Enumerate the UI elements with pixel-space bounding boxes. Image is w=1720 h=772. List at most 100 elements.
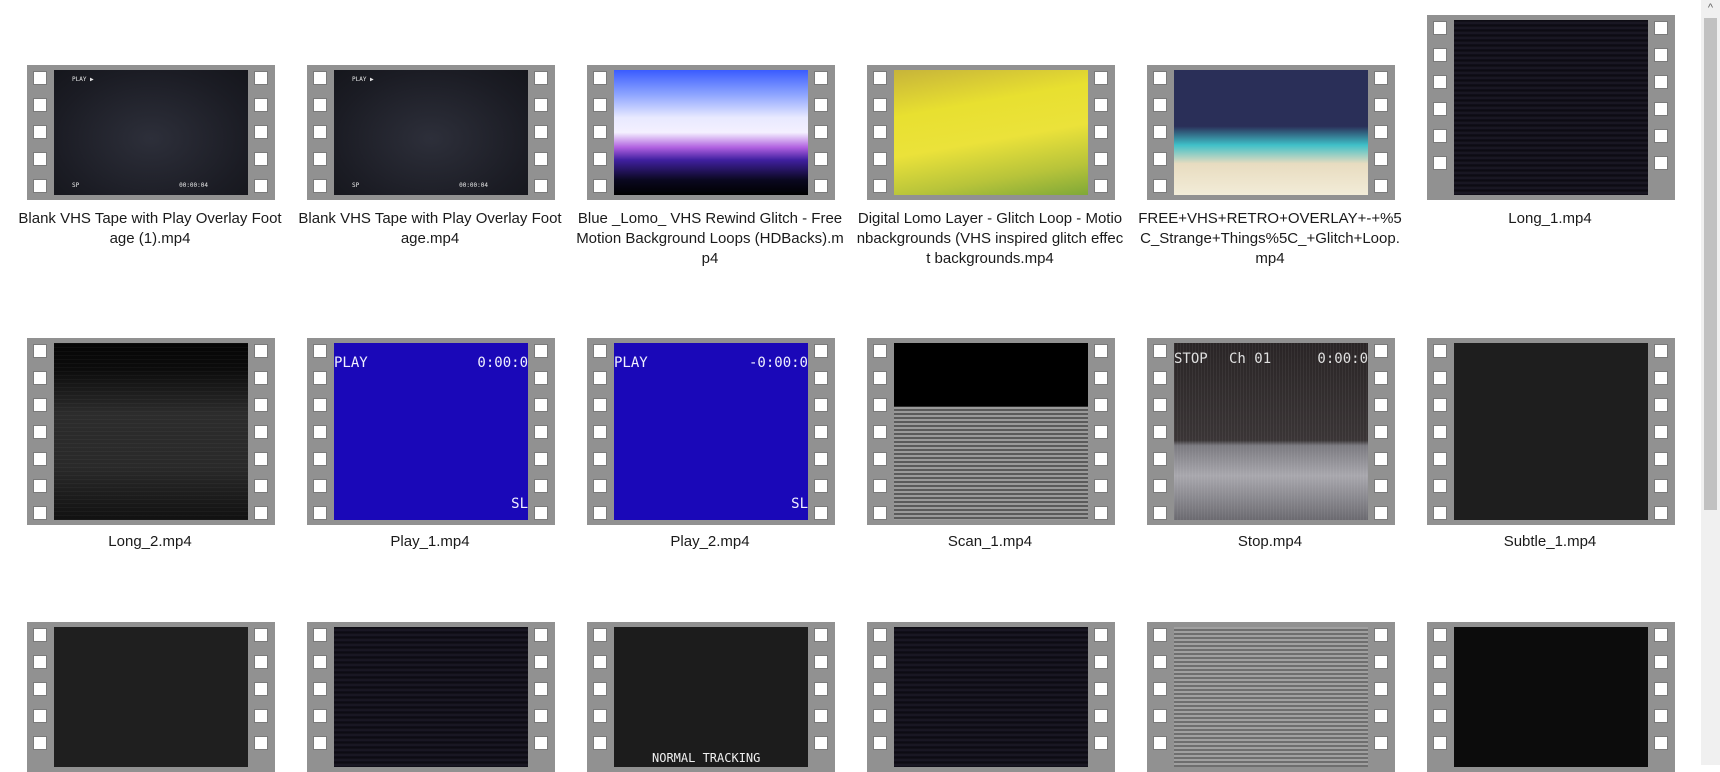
video-thumbnail[interactable] [867,338,1115,525]
chevron-up-icon[interactable]: ^ [1701,0,1720,17]
film-sprocket-hole [313,125,327,139]
video-thumbnail[interactable] [1147,65,1395,200]
video-thumbnail[interactable] [1427,338,1675,525]
file-name-label[interactable]: Blank VHS Tape with Play Overlay Footage… [295,209,565,249]
file-thumbnail-grid: PLAY ▶ SP 00:00:04 Blank VHS Tape with Play… [0,0,1701,772]
film-sprocket-hole [1433,398,1447,412]
film-sprocket-hole [814,506,828,520]
film-sprocket-hole [593,479,607,493]
film-sprocket-hole [1153,125,1167,139]
video-thumbnail[interactable] [587,65,835,200]
film-sprocket-hole [313,152,327,166]
film-sprocket-hole [1153,709,1167,723]
film-sprocket-hole [1654,425,1668,439]
film-sprocket-hole [313,371,327,385]
film-sprocket-hole [814,344,828,358]
film-sprocket-hole [313,452,327,466]
file-name-label[interactable]: Scan_1.mp4 [855,532,1125,552]
film-sprocket-strip [27,622,54,772]
file-name-label[interactable]: FREE+VHS+RETRO+OVERLAY+-+%5C_Strange+Thi… [1135,209,1405,269]
film-sprocket-hole [593,628,607,642]
film-sprocket-hole [873,709,887,723]
film-sprocket-hole [873,682,887,696]
video-thumbnail[interactable] [307,622,555,772]
film-sprocket-hole [1153,655,1167,669]
film-sprocket-hole [313,682,327,696]
film-sprocket-hole [1654,479,1668,493]
film-sprocket-hole [254,655,268,669]
file-name-label[interactable]: Long_1.mp4 [1415,209,1685,229]
video-thumbnail[interactable] [1147,622,1395,772]
film-sprocket-strip [27,338,54,525]
file-name-label[interactable]: Blue _Lomo_ VHS Rewind Glitch - Free Mot… [575,209,845,269]
film-sprocket-hole [1094,98,1108,112]
film-sprocket-hole [873,425,887,439]
film-sprocket-hole [593,179,607,193]
film-sprocket-hole [814,98,828,112]
video-thumbnail[interactable] [27,338,275,525]
video-thumbnail[interactable]: PLAY 0:00:0 SL [307,338,555,525]
video-osd-text: 0:00:0 [1317,351,1368,367]
video-frame-preview: PLAY -0:00:0 SL [614,343,808,520]
file-name-label[interactable]: Subtle_1.mp4 [1415,532,1685,552]
film-sprocket-hole [534,398,548,412]
file-name-label[interactable]: Play_2.mp4 [575,532,845,552]
film-sprocket-hole [1433,156,1447,170]
film-sprocket-hole [1654,655,1668,669]
file-name-label[interactable]: Long_2.mp4 [15,532,285,552]
video-thumbnail[interactable] [1427,15,1675,200]
film-sprocket-hole [593,152,607,166]
film-sprocket-strip [528,338,555,525]
film-sprocket-hole [1094,479,1108,493]
film-sprocket-strip [1648,622,1675,772]
video-thumbnail[interactable]: PLAY ▶ SP 00:00:04 [27,65,275,200]
video-osd-text: 0:00:0 [477,355,528,371]
film-sprocket-hole [1433,371,1447,385]
film-sprocket-hole [1094,709,1108,723]
video-thumbnail[interactable]: STOP Ch 01 0:00:0 [1147,338,1395,525]
film-sprocket-strip [1147,65,1174,200]
video-thumbnail[interactable] [867,65,1115,200]
video-osd-text: SL [791,496,808,512]
video-thumbnail[interactable]: NORMAL TRACKING [587,622,835,772]
film-sprocket-hole [1153,682,1167,696]
film-sprocket-hole [33,371,47,385]
file-name-label[interactable]: Blank VHS Tape with Play Overlay Footage… [15,209,285,249]
video-thumbnail[interactable] [867,622,1115,772]
film-sprocket-hole [534,152,548,166]
film-sprocket-hole [873,628,887,642]
film-sprocket-strip [1368,622,1395,772]
film-sprocket-hole [1094,125,1108,139]
file-name-label[interactable]: Stop.mp4 [1135,532,1405,552]
film-sprocket-strip [867,65,894,200]
film-sprocket-hole [593,506,607,520]
film-sprocket-hole [254,479,268,493]
film-sprocket-hole [254,344,268,358]
film-sprocket-hole [33,398,47,412]
film-sprocket-hole [313,655,327,669]
film-sprocket-hole [33,152,47,166]
video-frame-preview: STOP Ch 01 0:00:0 [1174,343,1368,520]
film-sprocket-hole [873,371,887,385]
video-osd-text: 00:00:04 [179,182,208,189]
film-sprocket-hole [593,736,607,750]
film-sprocket-hole [814,179,828,193]
video-thumbnail[interactable] [1427,622,1675,772]
video-thumbnail[interactable]: PLAY ▶ SP 00:00:04 [307,65,555,200]
film-sprocket-hole [1433,48,1447,62]
film-sprocket-hole [1153,344,1167,358]
film-sprocket-hole [33,344,47,358]
file-name-label[interactable]: Digital Lomo Layer - Glitch Loop - Motio… [855,209,1125,269]
film-sprocket-hole [33,452,47,466]
video-thumbnail[interactable]: PLAY -0:00:0 SL [587,338,835,525]
film-sprocket-hole [1433,628,1447,642]
film-sprocket-strip [1088,338,1115,525]
film-sprocket-hole [33,736,47,750]
file-name-label[interactable]: Play_1.mp4 [295,532,565,552]
vertical-scrollbar[interactable]: ^ [1701,0,1720,765]
video-thumbnail[interactable] [27,622,275,772]
film-sprocket-hole [1094,425,1108,439]
scrollbar-thumb[interactable] [1704,18,1717,510]
film-sprocket-hole [593,425,607,439]
film-sprocket-hole [534,344,548,358]
